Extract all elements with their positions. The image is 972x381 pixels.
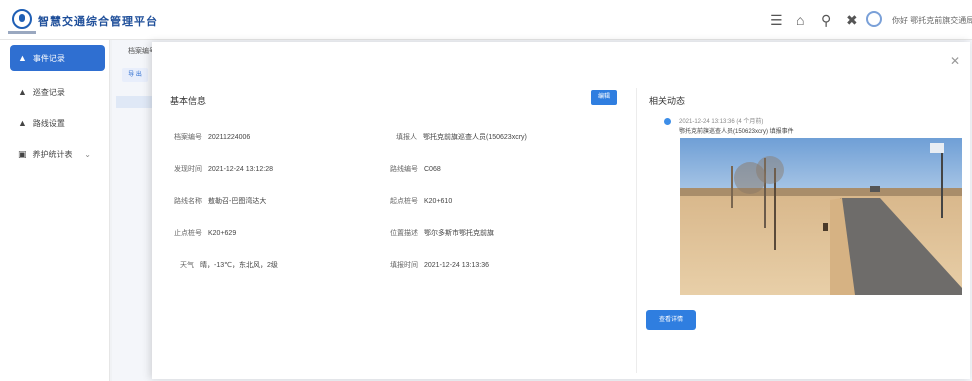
logo-subtext	[8, 31, 36, 34]
field-weather: 天气 晴，-13℃，东北风，2级	[180, 262, 278, 269]
search-icon[interactable]: ⚲	[821, 12, 831, 28]
sidebar-item-event-records[interactable]: ▲ 事件记录	[10, 45, 105, 71]
related-dynamics-title: 相关动态	[649, 96, 686, 106]
event-photo[interactable]	[680, 138, 962, 295]
background-table-header	[116, 96, 152, 108]
logo-icon	[12, 9, 32, 29]
timeline-text: 鄂托克前旗巡查人员(150623xcry) 填报事件	[679, 129, 794, 135]
timeline-time: 2021-12-24 13:13:36 (4 个月前)	[679, 119, 764, 125]
timeline-dot-icon	[664, 118, 671, 125]
chevron-down-icon: ⌄	[84, 149, 91, 159]
warning-triangle-icon: ▲	[18, 53, 27, 63]
menu-icon[interactable]: ☰	[770, 12, 783, 28]
close-icon[interactable]: ✕	[950, 54, 960, 68]
sidebar-item-label: 事件记录	[32, 53, 65, 63]
chart-icon: ▣	[18, 148, 27, 159]
sidebar-item-patrol-records[interactable]: ▲ 巡查记录	[10, 79, 105, 105]
home-icon[interactable]: ⌂	[796, 12, 804, 28]
field-archive-no: 档案编号 20211224006	[174, 134, 251, 141]
sidebar: ▲ 事件记录 ▲ 巡查记录 ▲ 路线设置 ▣ 养护统计表 ⌄	[0, 40, 110, 381]
fullscreen-icon[interactable]: ✖	[846, 12, 858, 28]
field-location: 位置描述 鄂尔多斯市鄂托克前旗	[390, 230, 494, 237]
field-route-no: 路线编号 C068	[390, 166, 441, 173]
field-end-stake: 止点桩号 K20+629	[174, 230, 237, 237]
field-report-time: 填报时间 2021-12-24 13:13:36	[390, 262, 489, 269]
field-found-time: 发现时间 2021-12-24 13:12:28	[174, 166, 273, 173]
export-button[interactable]: 导 出	[122, 68, 148, 82]
road-photo-image	[680, 138, 962, 295]
basic-info-title: 基本信息	[170, 96, 207, 106]
detail-drawer: ✕ 基本信息 编辑 档案编号 20211224006 发现时间 2021-12-24…	[152, 42, 970, 379]
field-reporter: 填报人 鄂托克前旗巡查人员(150623xcry)	[396, 134, 527, 141]
sidebar-item-label: 巡查记录	[32, 87, 65, 97]
field-start-stake: 起点桩号 K20+610	[390, 198, 453, 205]
field-route-name: 路线名称 敖勒召-巴图湾达大	[174, 198, 267, 205]
user-avatar-icon[interactable]	[866, 11, 882, 27]
warning-triangle-icon: ▲	[18, 87, 27, 97]
app-title: 智慧交通综合管理平台	[38, 16, 158, 28]
sidebar-item-maintenance-stats[interactable]: ▣ 养护统计表 ⌄	[10, 141, 105, 167]
sidebar-item-route-settings[interactable]: ▲ 路线设置	[10, 110, 105, 136]
top-bar: 智慧交通综合管理平台 ☰ ⌂ ⚲ ✖ 你好 鄂托克前旗交通局	[0, 0, 972, 40]
user-name[interactable]: 你好 鄂托克前旗交通局	[892, 15, 972, 26]
sidebar-item-label: 路线设置	[32, 118, 65, 128]
view-details-button[interactable]: 查看详情	[646, 310, 696, 330]
sidebar-item-label: 养护统计表	[32, 149, 73, 159]
warning-triangle-icon: ▲	[18, 118, 27, 128]
column-divider	[636, 88, 637, 373]
edit-button[interactable]: 编辑	[591, 90, 617, 105]
